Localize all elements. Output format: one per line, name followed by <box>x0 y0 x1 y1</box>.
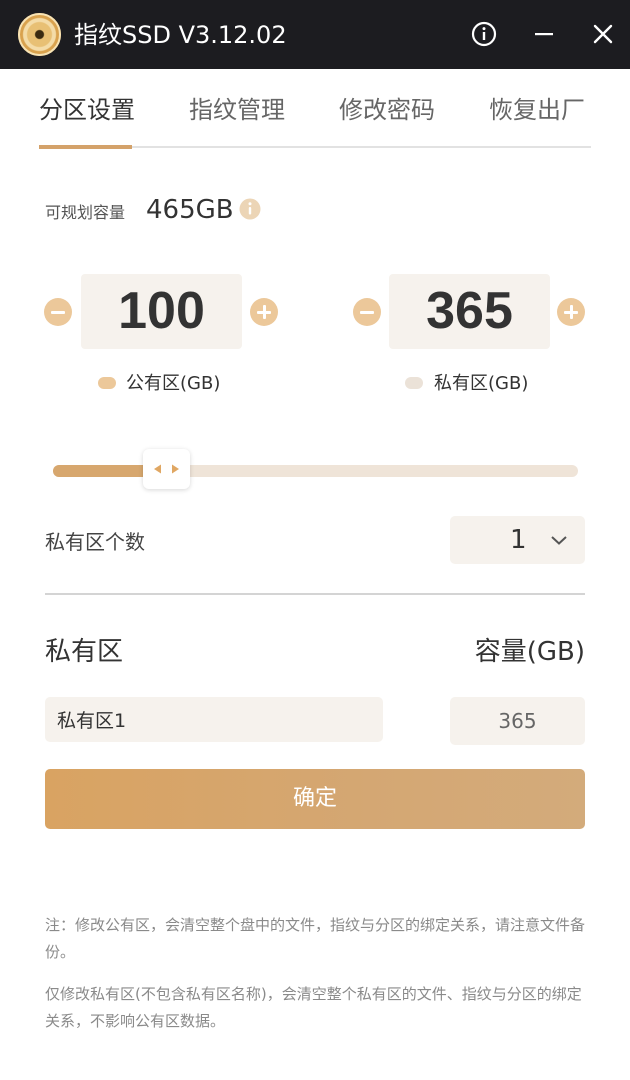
tab-bar: 分区设置 指纹管理 修改密码 恢复出厂 <box>39 90 591 148</box>
info-icon[interactable] <box>469 19 499 49</box>
title-bar: 指纹SSD V3.12.02 <box>0 0 630 69</box>
private-legend-label: 私有区(GB) <box>434 373 529 394</box>
minimize-icon[interactable] <box>529 19 559 49</box>
public-increase-button[interactable] <box>250 298 278 326</box>
private-partition-name-input[interactable] <box>45 697 383 742</box>
active-tab-indicator <box>39 145 132 149</box>
chevron-down-icon <box>551 536 567 545</box>
tab-fingerprint-management[interactable]: 指纹管理 <box>189 90 285 130</box>
private-legend-swatch <box>405 377 423 389</box>
capacity-value: 465GB <box>146 195 234 225</box>
public-legend-swatch <box>98 377 116 389</box>
private-size-value[interactable]: 365 <box>389 274 550 349</box>
private-increase-button[interactable] <box>557 298 585 326</box>
partition-slider-track[interactable] <box>53 465 578 477</box>
note-private-warning: 仅修改私有区(不包含私有区名称)，会清空整个私有区的文件、指纹与分区的绑定关系，… <box>45 985 582 1030</box>
public-size-value[interactable]: 100 <box>81 274 242 349</box>
note-public-warning: 注：修改公有区，会清空整个盘中的文件，指纹与分区的绑定关系，请注意文件备份。 <box>45 916 586 961</box>
drag-arrows-icon <box>153 464 179 474</box>
disc-logo-icon <box>18 13 61 56</box>
close-icon[interactable] <box>588 19 618 49</box>
tab-factory-reset[interactable]: 恢复出厂 <box>489 90 585 130</box>
private-list-header-size: 容量(GB) <box>474 637 585 667</box>
tab-partition-settings[interactable]: 分区设置 <box>39 90 135 130</box>
private-count-value: 1 <box>510 525 527 555</box>
capacity-label: 可规划容量 <box>45 203 126 222</box>
public-decrease-button[interactable] <box>44 298 72 326</box>
tab-change-password[interactable]: 修改密码 <box>339 90 435 130</box>
private-decrease-button[interactable] <box>353 298 381 326</box>
private-partition-size-field: 365 <box>450 697 585 745</box>
confirm-button[interactable]: 确定 <box>45 769 585 829</box>
section-divider <box>45 593 585 595</box>
private-count-select[interactable]: 1 <box>450 516 585 564</box>
app-title: 指纹SSD V3.12.02 <box>74 21 287 49</box>
private-count-label: 私有区个数 <box>45 530 145 554</box>
private-list-header-name: 私有区 <box>45 637 124 667</box>
public-legend-label: 公有区(GB) <box>126 373 221 394</box>
capacity-info-icon[interactable] <box>239 198 261 220</box>
partition-slider-handle[interactable] <box>142 449 190 489</box>
